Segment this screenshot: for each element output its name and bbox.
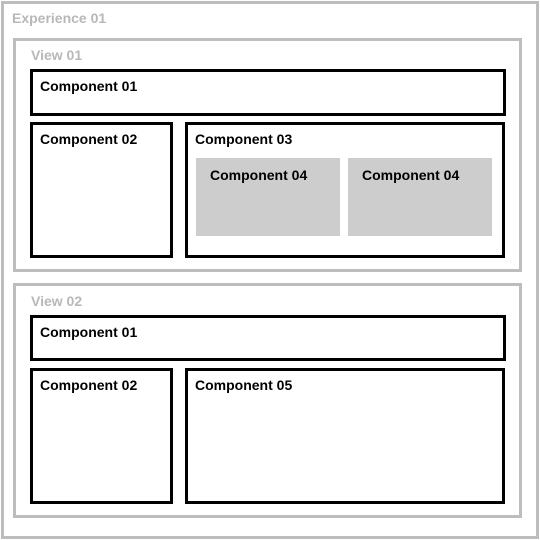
view-02-component-05-label: Component 05 (195, 377, 293, 393)
view-01-component-04a-label: Component 04 (210, 167, 308, 183)
view-02-component-01-label: Component 01 (40, 324, 138, 340)
view-01-component-02-label: Component 02 (40, 131, 138, 147)
experience-title: Experience 01 (12, 10, 107, 26)
view-01-component-04b-label: Component 04 (362, 167, 460, 183)
view-01-title: View 01 (31, 47, 83, 63)
view-02-title: View 02 (31, 293, 83, 309)
view-01-component-03-label: Component 03 (195, 131, 293, 147)
view-02-component-02-label: Component 02 (40, 377, 138, 393)
view-01-component-01-label: Component 01 (40, 78, 138, 94)
